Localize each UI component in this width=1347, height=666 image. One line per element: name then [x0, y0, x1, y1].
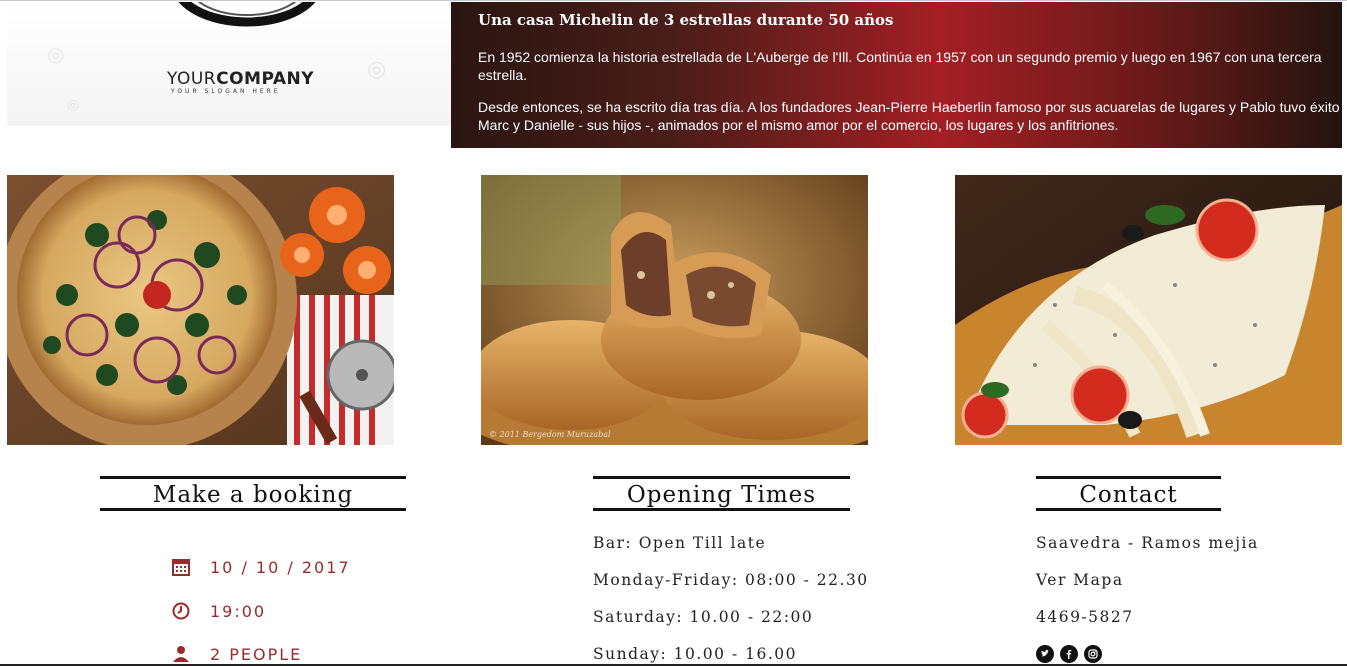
- top-divider: [0, 0, 1347, 1]
- photo-credit: © 2011 Bergedom Muruzabal: [489, 430, 611, 439]
- twitter-icon[interactable]: [1036, 645, 1054, 663]
- booking-time-field[interactable]: 19:00: [171, 599, 266, 623]
- logo-ring-icon: [178, 2, 316, 27]
- empanadas-photo: © 2011 Bergedom Muruzabal: [481, 175, 868, 445]
- booking-heading: Make a booking: [100, 476, 406, 511]
- pizza-photo: [7, 175, 394, 445]
- clock-icon: [171, 601, 191, 621]
- hero-paragraph-1: En 1952 comienza la historia estrellada …: [478, 49, 1322, 83]
- calendar-icon: [171, 557, 191, 577]
- social-links: [1036, 645, 1102, 663]
- view-map-link[interactable]: Ver Mapa: [1036, 571, 1124, 589]
- company-logo[interactable]: ◎ ◎ ◎ YOURCOMPANY YOUR SLOGAN HERE: [7, 2, 451, 126]
- cheese-pizza-photo: [955, 175, 1342, 445]
- opening-times-sunday: Sunday: 10.00 - 16.00: [593, 645, 797, 663]
- booking-people-value: 2 PEOPLE: [210, 644, 303, 664]
- booking-time-value: 19:00: [210, 601, 267, 621]
- people-icon: [171, 644, 191, 664]
- booking-people-field[interactable]: 2 PEOPLE: [171, 642, 302, 666]
- hero-title: Una casa Michelin de 3 estrellas durante…: [478, 11, 894, 29]
- contact-address: Saavedra - Ramos mejia: [1036, 534, 1259, 552]
- booking-date-field[interactable]: 10 / 10 / 2017: [171, 555, 351, 579]
- hero-paragraph-2: Desde entonces, se ha escrito día tras d…: [478, 99, 1340, 133]
- facebook-icon[interactable]: [1060, 645, 1078, 663]
- logo-slogan: YOUR SLOGAN HERE: [171, 88, 281, 95]
- instagram-icon[interactable]: [1084, 645, 1102, 663]
- hero-banner: Una casa Michelin de 3 estrellas durante…: [451, 2, 1342, 148]
- contact-phone: 4469-5827: [1036, 608, 1134, 626]
- opening-times-weekdays: Monday-Friday: 08:00 - 22.30: [593, 571, 869, 589]
- logo-company-name: YOURCOMPANY: [167, 69, 315, 89]
- opening-times-heading: Opening Times: [593, 476, 850, 511]
- opening-times-bar: Bar: Open Till late: [593, 534, 767, 552]
- booking-date-value: 10 / 10 / 2017: [210, 557, 351, 577]
- contact-heading: Contact: [1036, 476, 1221, 511]
- opening-times-saturday: Saturday: 10.00 - 22:00: [593, 608, 814, 626]
